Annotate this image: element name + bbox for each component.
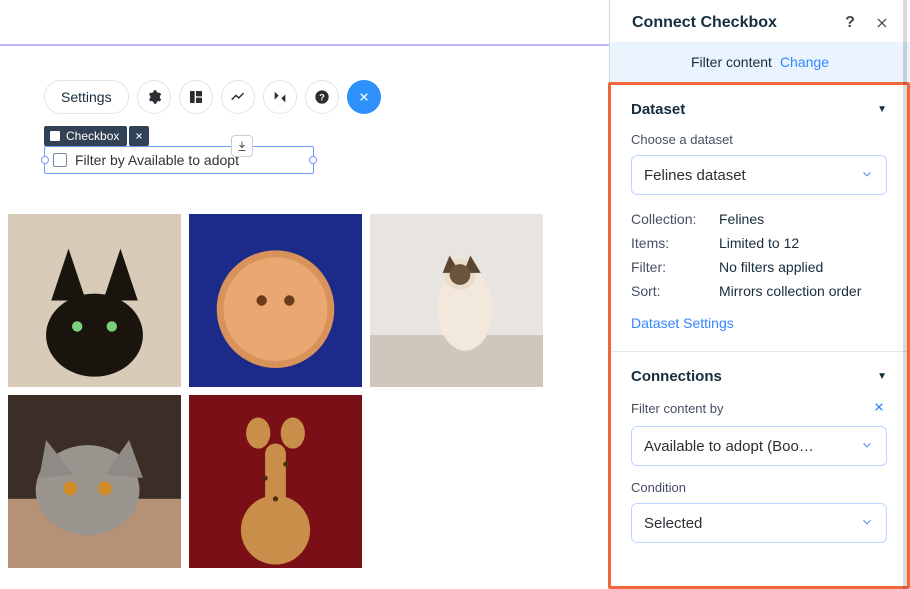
meta-sort-value: Mirrors collection order [719,283,861,299]
settings-button[interactable]: Settings [44,80,129,114]
connections-section-title: Connections [631,368,722,385]
checkbox-label: Filter by Available to adopt [75,152,239,168]
checkbox-body[interactable]: Filter by Available to adopt [44,146,314,174]
chevron-down-icon [860,515,874,532]
dataset-section: Dataset ▼ Choose a dataset Felines datas… [611,85,907,351]
element-toolbar: Settings ? [44,80,381,114]
dataset-select[interactable]: Felines dataset [631,155,887,195]
meta-items-label: Items: [631,235,711,251]
panel-header: Connect Checkbox ? [610,0,910,42]
filter-by-select-value: Available to adopt (Boo… [644,438,860,455]
resize-handle-left[interactable] [41,156,49,164]
refresh-icon[interactable] [871,399,887,418]
image-gallery [8,214,543,568]
highlighted-config-frame: Dataset ▼ Choose a dataset Felines datas… [608,82,910,589]
meta-items-value: Limited to 12 [719,235,799,251]
filter-by-select[interactable]: Available to adopt (Boo… [631,426,887,466]
gallery-tile[interactable] [8,395,181,568]
selection-type-tag: Checkbox [44,126,127,146]
stretch-icon[interactable] [263,80,297,114]
condition-select-value: Selected [644,515,860,532]
svg-text:?: ? [319,92,325,102]
connections-section: Connections ▼ Filter content by Availabl… [611,351,907,563]
resize-handle-right[interactable] [309,156,317,164]
chevron-down-icon: ▼ [877,371,887,382]
condition-select[interactable]: Selected [631,503,887,543]
chevron-down-icon [860,167,874,184]
panel-help-icon[interactable]: ? [840,14,860,32]
meta-filter-label: Filter: [631,259,711,275]
chevron-down-icon [860,438,874,455]
panel-subheader-text: Filter content [691,54,772,70]
connections-section-header[interactable]: Connections ▼ [611,352,907,399]
meta-sort-label: Sort: [631,283,711,299]
connect-panel: Connect Checkbox ? Filter content Change… [610,0,910,589]
selection-data-badge [129,126,149,146]
chevron-down-icon: ▼ [877,104,887,115]
connect-data-icon[interactable] [347,80,381,114]
dataset-settings-link[interactable]: Dataset Settings [631,315,734,331]
design-icon[interactable] [137,80,171,114]
filter-by-label: Filter content by [631,401,724,416]
help-icon[interactable]: ? [305,80,339,114]
meta-filter-value: No filters applied [719,259,823,275]
dataset-section-title: Dataset [631,101,685,118]
meta-collection-value: Felines [719,211,764,227]
choose-dataset-label: Choose a dataset [631,132,887,147]
layout-icon[interactable] [179,80,213,114]
dataset-section-header[interactable]: Dataset ▼ [611,85,907,132]
selection-type-label: Checkbox [66,129,119,143]
dataset-select-value: Felines dataset [644,167,860,184]
editor-canvas: Settings ? Chec [0,0,610,589]
selected-checkbox-element[interactable]: Checkbox Filter by Available to adopt [44,126,314,174]
panel-title: Connect Checkbox [632,14,777,32]
animate-icon[interactable] [221,80,255,114]
condition-label: Condition [631,480,887,495]
change-binding-link[interactable]: Change [780,54,829,70]
checkbox-glyph-icon [50,131,60,141]
gallery-tile[interactable] [189,395,362,568]
canvas-divider [0,44,609,46]
attach-handle-icon[interactable] [231,135,253,157]
panel-subheader: Filter content Change [610,42,910,82]
checkbox-box[interactable] [53,153,67,167]
meta-collection-label: Collection: [631,211,711,227]
gallery-tile[interactable] [370,214,543,387]
dataset-meta: Collection: Felines Items: Limited to 12 F… [631,211,887,299]
gallery-tile[interactable] [8,214,181,387]
panel-close-icon[interactable] [872,16,892,30]
gallery-tile[interactable] [189,214,362,387]
